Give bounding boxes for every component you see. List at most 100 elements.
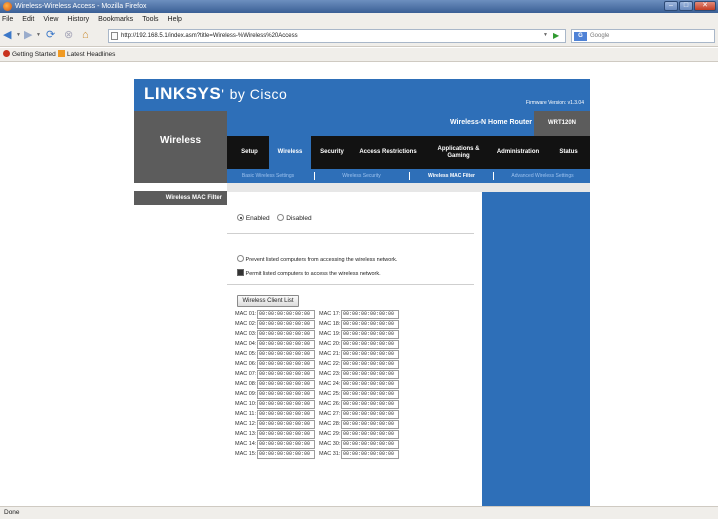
tab-administration[interactable]: Administration xyxy=(489,136,547,169)
menubar: File Edit View History Bookmarks Tools H… xyxy=(0,13,718,25)
mac-row: MAC 04: 00:00:00:00:00:00 MAC 20: 00:00:00:… xyxy=(235,340,475,349)
mac-row: MAC 05: 00:00:00:00:00:00 MAC 21: 00:00:00:… xyxy=(235,350,475,359)
menu-help[interactable]: Help xyxy=(168,16,182,23)
minimize-button[interactable]: – xyxy=(664,1,678,11)
help-panel-body xyxy=(482,192,590,506)
url-text: http://192.168.5.1/index.asm?title=Wirel… xyxy=(121,33,298,39)
disabled-option[interactable]: Disabled xyxy=(277,214,312,222)
mac-address-field[interactable]: 00:00:00:00:00:00 xyxy=(257,360,315,369)
window-title: Wireless-Wireless Access - Mozilla Firef… xyxy=(15,3,147,10)
mac-address-field[interactable]: 00:00:00:00:00:00 xyxy=(341,420,399,429)
home-icon[interactable]: ⌂ xyxy=(82,29,89,42)
mac-label: MAC 28: xyxy=(319,421,341,427)
tab-wireless[interactable]: Wireless xyxy=(269,136,311,169)
mac-address-field[interactable]: 00:00:00:00:00:00 xyxy=(257,390,315,399)
go-arrow-icon[interactable]: ▶ xyxy=(553,31,563,41)
mac-address-field[interactable]: 00:00:00:00:00:00 xyxy=(341,390,399,399)
main-tabs: Setup Wireless Security Access Restricti… xyxy=(227,136,590,169)
reload-icon[interactable]: ⟳ xyxy=(46,29,55,42)
mac-address-field[interactable]: 00:00:00:00:00:00 xyxy=(341,340,399,349)
back-arrow-icon[interactable]: ◀ xyxy=(3,29,11,42)
search-box[interactable]: G Google xyxy=(571,29,715,43)
mac-row: MAC 09: 00:00:00:00:00:00 MAC 25: 00:00:00:… xyxy=(235,390,475,399)
mac-address-field[interactable]: 00:00:00:00:00:00 xyxy=(257,410,315,419)
mac-row: MAC 15: 00:00:00:00:00:00 MAC 31: 00:00:00:… xyxy=(235,450,475,459)
subtab-advanced-wireless[interactable]: Advanced Wireless Settings xyxy=(497,169,588,183)
tab-access-restrictions[interactable]: Access Restrictions xyxy=(351,136,425,169)
mac-address-field[interactable]: 00:00:00:00:00:00 xyxy=(257,400,315,409)
search-placeholder: Google xyxy=(590,33,610,39)
bookmark-getting-started[interactable]: Getting Started xyxy=(3,48,56,62)
mac-label: MAC 12: xyxy=(235,421,257,427)
google-search-icon[interactable]: G xyxy=(574,32,587,41)
mac-address-field[interactable]: 00:00:00:00:00:00 xyxy=(257,320,315,329)
mac-label: MAC 27: xyxy=(319,411,341,417)
address-bar[interactable]: http://192.168.5.1/index.asm?title=Wirel… xyxy=(108,29,566,43)
prevent-radio[interactable] xyxy=(237,255,244,262)
menu-bookmarks[interactable]: Bookmarks xyxy=(98,16,133,23)
subtab-wireless-mac-filter[interactable]: Wireless MAC Filter xyxy=(414,169,489,183)
mac-address-field[interactable]: 00:00:00:00:00:00 xyxy=(341,310,399,319)
mac-address-field[interactable]: 00:00:00:00:00:00 xyxy=(341,320,399,329)
url-dropdown-icon[interactable]: ▼ xyxy=(543,32,548,38)
bookmark-latest-headlines[interactable]: Latest Headlines xyxy=(58,48,115,62)
back-history-dropdown-icon[interactable]: ▼ xyxy=(16,32,21,38)
bookmarks-toolbar: Getting Started Latest Headlines xyxy=(0,48,718,62)
maximize-button[interactable]: □ xyxy=(679,1,693,11)
tab-setup[interactable]: Setup xyxy=(233,136,266,169)
mac-row: MAC 12: 00:00:00:00:00:00 MAC 28: 00:00:00:… xyxy=(235,420,475,429)
mac-address-field[interactable]: 00:00:00:00:00:00 xyxy=(341,410,399,419)
navigation-toolbar: ◀ ▼ ▶ ▼ ⟳ ⊗ ⌂ http://192.168.5.1/index.a… xyxy=(0,25,718,47)
mac-label: MAC 31: xyxy=(319,451,341,457)
subtab-basic-wireless[interactable]: Basic Wireless Settings xyxy=(230,169,306,183)
menu-tools[interactable]: Tools xyxy=(142,16,158,23)
close-button[interactable]: ✕ xyxy=(694,1,716,11)
mac-address-field[interactable]: 00:00:00:00:00:00 xyxy=(257,340,315,349)
mac-address-field[interactable]: 00:00:00:00:00:00 xyxy=(257,350,315,359)
mac-address-field[interactable]: 00:00:00:00:00:00 xyxy=(257,430,315,439)
permit-option[interactable]: Permit listed computers to access the wi… xyxy=(237,269,381,277)
permit-radio[interactable] xyxy=(237,269,244,276)
mac-address-field[interactable]: 00:00:00:00:00:00 xyxy=(257,450,315,459)
mac-address-field[interactable]: 00:00:00:00:00:00 xyxy=(257,310,315,319)
subtab-wireless-security[interactable]: Wireless Security xyxy=(324,169,399,183)
enabled-radio[interactable] xyxy=(237,214,244,221)
mac-address-field[interactable]: 00:00:00:00:00:00 xyxy=(341,440,399,449)
mac-address-field[interactable]: 00:00:00:00:00:00 xyxy=(257,420,315,429)
mac-address-field[interactable]: 00:00:00:00:00:00 xyxy=(257,330,315,339)
mac-address-field[interactable]: 00:00:00:00:00:00 xyxy=(341,350,399,359)
mac-address-field[interactable]: 00:00:00:00:00:00 xyxy=(257,380,315,389)
mac-address-field[interactable]: 00:00:00:00:00:00 xyxy=(341,360,399,369)
tab-security[interactable]: Security xyxy=(315,136,349,169)
prevent-option[interactable]: Prevent listed computers from accessing … xyxy=(237,255,397,263)
mac-address-field[interactable]: 00:00:00:00:00:00 xyxy=(257,440,315,449)
stop-icon[interactable]: ⊗ xyxy=(64,29,73,42)
enabled-option[interactable]: Enabled xyxy=(237,214,271,222)
section-header: Wireless xyxy=(134,111,227,183)
mac-address-field[interactable]: 00:00:00:00:00:00 xyxy=(341,430,399,439)
sub-tabs: Basic Wireless Settings Wireless Securit… xyxy=(227,169,590,183)
mac-address-field[interactable]: 00:00:00:00:00:00 xyxy=(341,330,399,339)
mac-address-field[interactable]: 00:00:00:00:00:00 xyxy=(341,450,399,459)
mac-label: MAC 06: xyxy=(235,361,257,367)
window-titlebar: Wireless-Wireless Access - Mozilla Firef… xyxy=(0,0,718,13)
menu-history[interactable]: History xyxy=(67,16,89,23)
mac-address-field[interactable]: 00:00:00:00:00:00 xyxy=(341,370,399,379)
wireless-client-list-button[interactable]: Wireless Client List xyxy=(237,295,299,307)
mac-label: MAC 04: xyxy=(235,341,257,347)
mac-label: MAC 26: xyxy=(319,401,341,407)
mac-address-field[interactable]: 00:00:00:00:00:00 xyxy=(341,380,399,389)
forward-arrow-icon[interactable]: ▶ xyxy=(24,29,32,42)
mac-address-field[interactable]: 00:00:00:00:00:00 xyxy=(341,400,399,409)
mac-label: MAC 20: xyxy=(319,341,341,347)
menu-view[interactable]: View xyxy=(43,16,58,23)
menu-file[interactable]: File xyxy=(2,16,13,23)
subtab-divider xyxy=(409,172,410,180)
tab-applications-gaming[interactable]: Applications & Gaming xyxy=(430,136,487,169)
tab-status[interactable]: Status xyxy=(551,136,586,169)
disabled-radio[interactable] xyxy=(277,214,285,221)
mac-row: MAC 10: 00:00:00:00:00:00 MAC 26: 00:00:00:… xyxy=(235,400,475,409)
forward-history-dropdown-icon[interactable]: ▼ xyxy=(36,32,41,38)
mac-address-field[interactable]: 00:00:00:00:00:00 xyxy=(257,370,315,379)
menu-edit[interactable]: Edit xyxy=(22,16,34,23)
